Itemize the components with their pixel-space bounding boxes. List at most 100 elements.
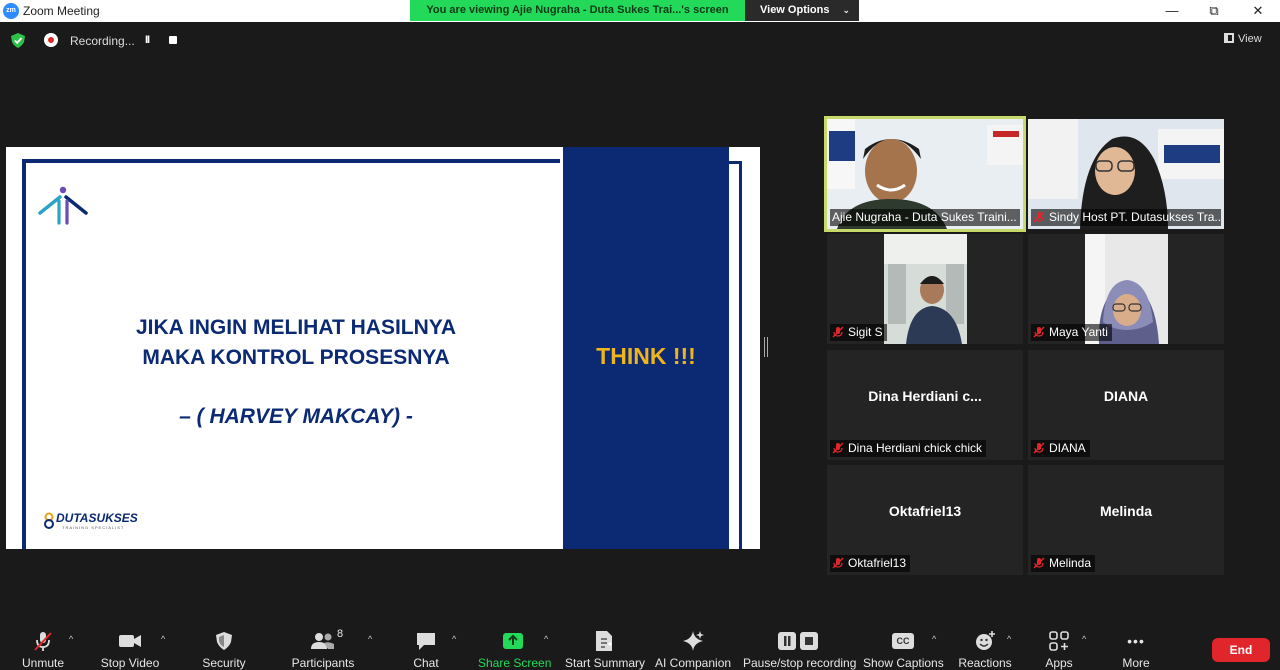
maximize-button[interactable]: ⧉: [1201, 2, 1227, 20]
stop-video-label: Stop Video: [100, 656, 160, 670]
slide-quote-line-2: MAKA KONTROL PROSESNYA: [142, 346, 450, 369]
zoom-app-icon: zm: [3, 3, 19, 19]
apps-grid-icon: [1049, 631, 1069, 651]
participant-tile[interactable]: Sindy Host PT. Dutasukses Tra...: [1028, 119, 1224, 229]
pause-stop-icon: [778, 632, 818, 650]
slide-think-text: THINK !!!: [596, 343, 696, 369]
video-options-caret[interactable]: ^: [161, 634, 165, 644]
participant-name-label: Ajie Nugraha - Duta Sukes Traini...: [830, 209, 1020, 226]
unmute-button[interactable]: Unmute: [18, 630, 68, 670]
brand-name: DUTASUKSES: [56, 511, 138, 525]
share-options-caret[interactable]: ^: [544, 634, 548, 644]
panel-resize-handle[interactable]: [764, 337, 768, 357]
mic-muted-icon: [832, 557, 844, 569]
close-window-button[interactable]: ✕: [1245, 2, 1271, 20]
recording-status: Recording...: [70, 34, 135, 48]
brand-tagline: TRAINING SPECIALIST: [62, 525, 125, 530]
participants-button[interactable]: 8 Participants: [290, 628, 356, 670]
shield-icon: [216, 632, 232, 650]
share-screen-icon: [503, 633, 523, 649]
slide-quote-author: – ( HARVEY MAKCAY) -: [179, 405, 413, 428]
participant-tile[interactable]: DIANA DIANA: [1028, 350, 1224, 460]
view-button[interactable]: View: [1224, 33, 1262, 45]
reactions-options-caret[interactable]: ^: [1007, 634, 1011, 644]
ai-sparkle-icon: [683, 631, 704, 651]
apps-button[interactable]: Apps: [1040, 630, 1078, 670]
participant-display-name: Dina Herdiani c...: [868, 388, 982, 404]
mic-muted-icon: [1033, 211, 1045, 223]
show-captions-label: Show Captions: [863, 656, 944, 670]
recording-icon: [44, 33, 58, 47]
mic-muted-icon: [1033, 557, 1045, 569]
chat-bubble-icon: [417, 633, 435, 650]
participants-icon: [311, 633, 334, 649]
chat-options-caret[interactable]: ^: [452, 634, 456, 644]
apps-label: Apps: [1045, 656, 1073, 670]
meeting-toolbar: Unmute ^ Stop Video ^ Security 8 Partici…: [0, 620, 1280, 670]
slide-quote-line-1: JIKA INGIN MELIHAT HASILNYA: [135, 316, 457, 339]
company-logo-icon: [38, 186, 88, 225]
participant-tile[interactable]: Ajie Nugraha - Duta Sukes Traini...: [824, 116, 1026, 232]
reactions-label: Reactions: [958, 656, 1012, 670]
chevron-down-icon: ⌄: [842, 5, 850, 15]
participant-tile[interactable]: Melinda Melinda: [1028, 465, 1224, 575]
participant-name: Melinda: [1049, 556, 1092, 570]
participant-display-name: Oktafriel13: [888, 503, 962, 519]
captions-options-caret[interactable]: ^: [932, 634, 936, 644]
video-camera-icon: [119, 635, 141, 647]
participant-video: [884, 234, 967, 344]
closed-captions-icon: CC: [892, 633, 914, 649]
mic-muted-icon: [1033, 442, 1045, 454]
reactions-button[interactable]: Reactions: [956, 630, 1014, 670]
participant-name: Maya Yanti: [1049, 325, 1108, 339]
share-screen-label: Share Screen: [478, 656, 552, 670]
share-screen-button[interactable]: Share Screen: [478, 630, 552, 670]
start-summary-button[interactable]: Start Summary: [565, 630, 645, 670]
participant-name-label: Oktafriel13: [830, 555, 911, 572]
slide-frame: [22, 159, 26, 549]
participant-name: Oktafriel13: [848, 556, 907, 570]
more-dots-icon: •••: [1127, 633, 1145, 649]
ai-companion-button[interactable]: AI Companion: [655, 630, 731, 670]
pause-stop-recording-button[interactable]: Pause/stop recording: [743, 630, 856, 670]
participants-count: 8: [337, 628, 344, 640]
more-button[interactable]: ••• More: [1116, 630, 1156, 670]
pause-recording-icon[interactable]: II: [145, 34, 150, 46]
participant-name: DIANA: [1049, 441, 1086, 455]
participant-name: Sindy Host PT. Dutasukses Tra...: [1049, 210, 1221, 224]
participant-name-label: Sigit S: [830, 324, 887, 341]
stop-video-button[interactable]: Stop Video: [100, 630, 160, 670]
end-meeting-button[interactable]: End: [1212, 638, 1270, 662]
participant-tile[interactable]: Dina Herdiani c... Dina Herdiani chick c…: [827, 350, 1023, 460]
mic-muted-icon: [832, 442, 844, 454]
minimize-button[interactable]: —: [1159, 2, 1185, 20]
audio-options-caret[interactable]: ^: [69, 634, 73, 644]
chat-label: Chat: [413, 656, 439, 670]
show-captions-button[interactable]: CC Show Captions: [863, 630, 944, 670]
participant-name: Dina Herdiani chick chick: [848, 441, 983, 455]
participant-tile[interactable]: Maya Yanti: [1028, 234, 1224, 344]
encryption-shield-icon[interactable]: [11, 33, 25, 48]
participants-options-caret[interactable]: ^: [368, 634, 372, 644]
participant-tile[interactable]: Oktafriel13 Oktafriel13: [827, 465, 1023, 575]
security-label: Security: [202, 656, 246, 670]
participants-label: Participants: [291, 656, 355, 670]
participant-display-name: Melinda: [1099, 503, 1153, 519]
view-options-label: View Options: [760, 4, 830, 16]
participant-name-label: Sindy Host PT. Dutasukses Tra...: [1031, 209, 1221, 226]
window-title: Zoom Meeting: [23, 4, 100, 18]
mic-muted-icon: [34, 632, 52, 651]
stop-recording-icon[interactable]: [169, 36, 177, 44]
unmute-label: Unmute: [21, 656, 65, 670]
view-options-button[interactable]: View Options ⌄: [745, 0, 859, 21]
chat-button[interactable]: Chat: [405, 630, 447, 670]
emoji-reaction-icon: [976, 631, 995, 650]
participant-name-label: Maya Yanti: [1031, 324, 1112, 341]
apps-options-caret[interactable]: ^: [1082, 634, 1086, 644]
participant-tile[interactable]: Sigit S: [827, 234, 1023, 344]
slide-frame: [739, 161, 742, 549]
slide-frame: [22, 159, 560, 163]
security-button[interactable]: Security: [198, 630, 250, 670]
participant-display-name: DIANA: [1103, 388, 1149, 404]
mic-muted-icon: [832, 326, 844, 338]
